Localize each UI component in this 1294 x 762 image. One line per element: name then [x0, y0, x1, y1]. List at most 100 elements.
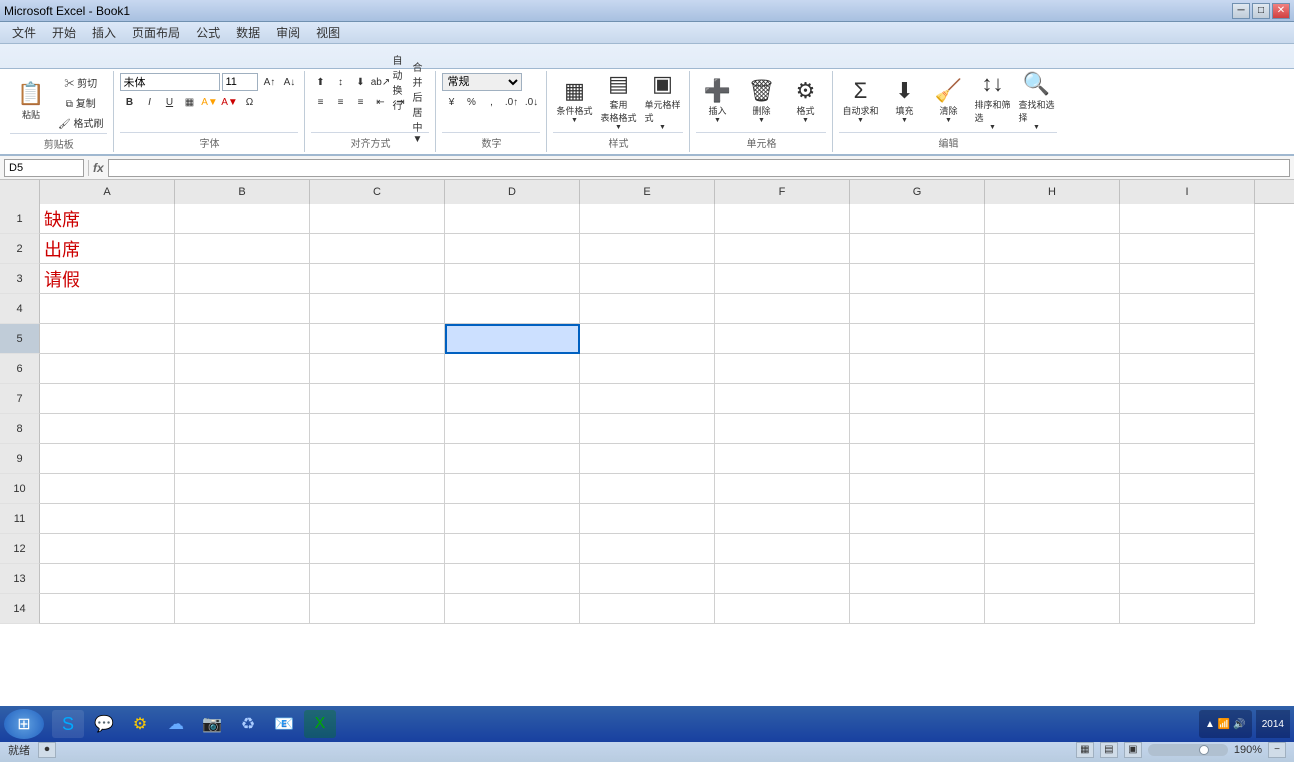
cell-d3[interactable] [445, 264, 580, 294]
row-header-14[interactable]: 14 [0, 594, 40, 624]
col-header-i[interactable]: I [1120, 180, 1255, 204]
cell-e2[interactable] [580, 234, 715, 264]
row-header-7[interactable]: 7 [0, 384, 40, 414]
minimize-button[interactable]: ─ [1232, 3, 1250, 19]
cell-e14[interactable] [580, 594, 715, 624]
cell-b10[interactable] [175, 474, 310, 504]
autosum-button[interactable]: Σ 自动求和 ▼ [839, 73, 881, 129]
row-header-9[interactable]: 9 [0, 444, 40, 474]
row-header-10[interactable]: 10 [0, 474, 40, 504]
cell-e1[interactable] [580, 204, 715, 234]
percent-button[interactable]: % [462, 93, 480, 111]
cell-a3[interactable]: 请假 [40, 264, 175, 294]
font-color-button[interactable]: A▼ [220, 93, 238, 111]
cell-f8[interactable] [715, 414, 850, 444]
cell-e6[interactable] [580, 354, 715, 384]
cell-b4[interactable] [175, 294, 310, 324]
fill-color-button[interactable]: A▼ [200, 93, 218, 111]
cell-e11[interactable] [580, 504, 715, 534]
cell-b8[interactable] [175, 414, 310, 444]
cell-e13[interactable] [580, 564, 715, 594]
cell-h6[interactable] [985, 354, 1120, 384]
menu-view[interactable]: 视图 [308, 22, 348, 43]
cell-c10[interactable] [310, 474, 445, 504]
cell-a2[interactable]: 出席 [40, 234, 175, 264]
row-header-6[interactable]: 6 [0, 354, 40, 384]
cell-b9[interactable] [175, 444, 310, 474]
cell-b13[interactable] [175, 564, 310, 594]
comma-button[interactable]: , [482, 93, 500, 111]
font-name-input[interactable] [120, 73, 220, 91]
cell-f3[interactable] [715, 264, 850, 294]
cell-f4[interactable] [715, 294, 850, 324]
cell-g3[interactable] [850, 264, 985, 294]
special-char-button[interactable]: Ω [240, 93, 258, 111]
cell-b2[interactable] [175, 234, 310, 264]
col-header-e[interactable]: E [580, 180, 715, 204]
col-header-g[interactable]: G [850, 180, 985, 204]
cell-a11[interactable] [40, 504, 175, 534]
cell-f12[interactable] [715, 534, 850, 564]
cell-d8[interactable] [445, 414, 580, 444]
cell-c9[interactable] [310, 444, 445, 474]
cell-g2[interactable] [850, 234, 985, 264]
cell-b5[interactable] [175, 324, 310, 354]
cell-h11[interactable] [985, 504, 1120, 534]
table-format-button[interactable]: ▤ 套用 表格格式 ▼ [597, 73, 639, 129]
cell-g6[interactable] [850, 354, 985, 384]
cell-a12[interactable] [40, 534, 175, 564]
cell-g4[interactable] [850, 294, 985, 324]
cell-i8[interactable] [1120, 414, 1255, 444]
cell-c11[interactable] [310, 504, 445, 534]
cell-f11[interactable] [715, 504, 850, 534]
cell-f9[interactable] [715, 444, 850, 474]
paste-button[interactable]: 📋 粘贴 [10, 73, 52, 129]
indent-increase-button[interactable]: ⇥ [391, 93, 409, 111]
align-left-button[interactable]: ≡ [311, 93, 329, 111]
cell-c13[interactable] [310, 564, 445, 594]
cell-a9[interactable] [40, 444, 175, 474]
cell-a6[interactable] [40, 354, 175, 384]
cell-e10[interactable] [580, 474, 715, 504]
wrap-text-button[interactable]: 自动换行 [391, 73, 409, 91]
align-bottom-button[interactable]: ⬇ [351, 73, 369, 91]
cell-g7[interactable] [850, 384, 985, 414]
cell-b11[interactable] [175, 504, 310, 534]
clear-button[interactable]: 🧹 清除 ▼ [927, 73, 969, 129]
cell-i2[interactable] [1120, 234, 1255, 264]
sort-filter-button[interactable]: ↕↓ 排序和筛选 ▼ [971, 73, 1013, 129]
cell-c4[interactable] [310, 294, 445, 324]
align-middle-button[interactable]: ↕ [331, 73, 349, 91]
cut-button[interactable]: ✂ 剪切 [54, 73, 107, 91]
col-header-d[interactable]: D [445, 180, 580, 204]
cell-i10[interactable] [1120, 474, 1255, 504]
cell-d7[interactable] [445, 384, 580, 414]
format-painter-button[interactable]: 🖌 格式刷 [54, 113, 107, 131]
row-header-8[interactable]: 8 [0, 414, 40, 444]
row-header-5[interactable]: 5 [0, 324, 40, 354]
align-right-button[interactable]: ≡ [351, 93, 369, 111]
normal-view-button[interactable]: ▦ [1076, 742, 1094, 758]
restore-button[interactable]: □ [1252, 3, 1270, 19]
cell-d9[interactable] [445, 444, 580, 474]
cell-c14[interactable] [310, 594, 445, 624]
cell-i11[interactable] [1120, 504, 1255, 534]
cell-a5[interactable] [40, 324, 175, 354]
cell-g5[interactable] [850, 324, 985, 354]
cell-g14[interactable] [850, 594, 985, 624]
taskbar-icon-recycle[interactable]: ♻ [232, 710, 264, 738]
align-top-button[interactable]: ⬆ [311, 73, 329, 91]
fill-button[interactable]: ⬇ 填充 ▼ [883, 73, 925, 129]
col-header-b[interactable]: B [175, 180, 310, 204]
cell-f1[interactable] [715, 204, 850, 234]
cell-c12[interactable] [310, 534, 445, 564]
zoom-slider-thumb[interactable] [1199, 745, 1209, 755]
start-button[interactable]: ⊞ [4, 709, 44, 739]
page-layout-view-button[interactable]: ▤ [1100, 742, 1118, 758]
taskbar-icon-outlook[interactable]: 📧 [268, 710, 300, 738]
currency-button[interactable]: ¥ [442, 93, 460, 111]
cell-d6[interactable] [445, 354, 580, 384]
row-header-4[interactable]: 4 [0, 294, 40, 324]
cell-c2[interactable] [310, 234, 445, 264]
row-header-12[interactable]: 12 [0, 534, 40, 564]
